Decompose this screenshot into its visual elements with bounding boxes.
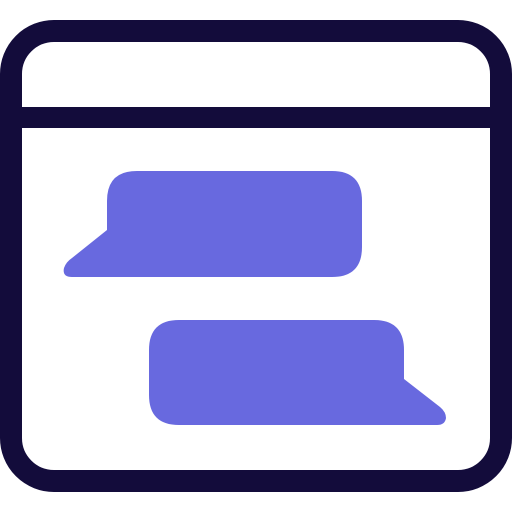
browser-chat-window-icon bbox=[0, 20, 512, 492]
chat-bubble-right bbox=[149, 320, 446, 425]
browser-chat-icon-stage bbox=[0, 0, 512, 512]
title-bar-divider bbox=[11, 107, 501, 128]
